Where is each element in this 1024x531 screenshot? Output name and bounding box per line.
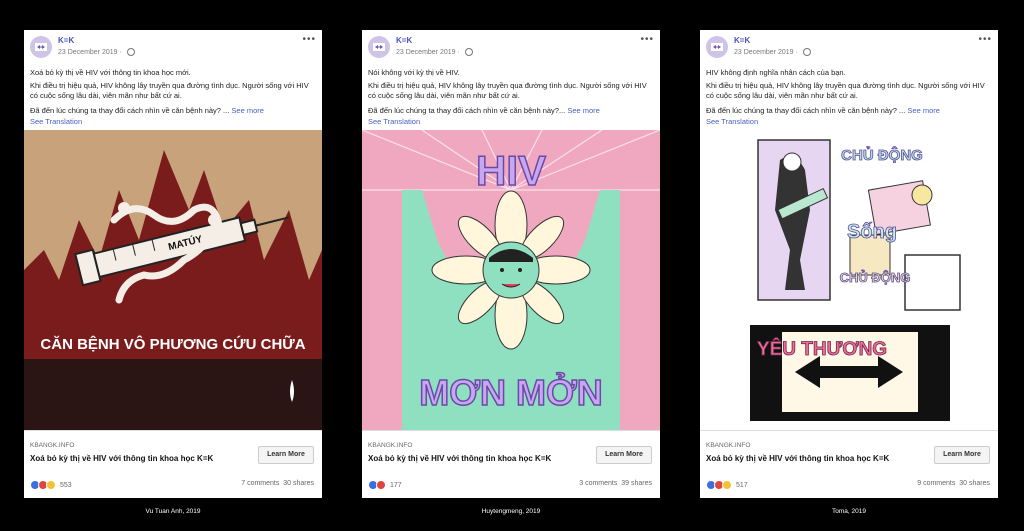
post-text-line2: Khi điều trị hiệu quả, HIV không lây tru… [706, 81, 985, 100]
post-date-text: 23 December 2019 [396, 48, 456, 56]
page-name[interactable]: K=K [58, 36, 74, 45]
post-image[interactable]: HIV MƠN MỞN [362, 130, 660, 430]
poster-text-1: CHỦ ĐỘNG [841, 146, 923, 164]
post-card-1: K=K 23 December 2019 · ••• Xoá bỏ kỳ thị… [24, 30, 322, 498]
more-options-icon[interactable]: ••• [978, 34, 992, 45]
poster-title: HIV [476, 147, 546, 194]
comments-count[interactable]: 9 comments [917, 480, 955, 487]
poster-text-3: CHỦ ĐỘNG [840, 270, 911, 285]
reactions[interactable]: 517 [706, 480, 748, 490]
learn-more-button[interactable]: Learn More [934, 446, 990, 464]
post-text-line1: Nói không với kỳ thị về HIV. [368, 68, 460, 77]
post-stats: 3 comments 39 shares [579, 480, 652, 487]
reactions[interactable]: 553 [30, 480, 72, 490]
learn-more-button[interactable]: Learn More [596, 446, 652, 464]
link-domain: KBANGK.INFO [368, 442, 413, 449]
see-translation-link[interactable]: See Translation [30, 117, 314, 127]
see-more-link[interactable]: See more [907, 106, 940, 115]
shares-count[interactable]: 39 shares [621, 480, 652, 487]
poster-artwork-1: MATÚY CĂN BỆNH VÔ PHƯƠNG CỨU CHỮA [24, 130, 322, 430]
kk-logo-icon [35, 43, 47, 51]
link-domain: KBANGK.INFO [30, 442, 75, 449]
haha-reaction-icon [46, 480, 56, 490]
page-name[interactable]: K=K [396, 36, 412, 45]
post-text-question: Đã đến lúc chúng ta thay đổi cách nhìn v… [30, 106, 221, 115]
post-header: K=K 23 December 2019 · ••• [30, 34, 316, 60]
comments-count[interactable]: 3 comments [579, 480, 617, 487]
link-title[interactable]: Xoá bỏ kỳ thị về HIV với thông tin khoa … [706, 454, 889, 463]
post-date-text: 23 December 2019 [58, 48, 118, 56]
post-date[interactable]: 23 December 2019 · [58, 48, 135, 56]
more-options-icon[interactable]: ••• [640, 34, 654, 45]
post-stats: 9 comments 30 shares [917, 480, 990, 487]
page-name[interactable]: K=K [734, 36, 750, 45]
learn-more-button[interactable]: Learn More [258, 446, 314, 464]
love-reaction-icon [376, 480, 386, 490]
post-date[interactable]: 23 December 2019 · [734, 48, 811, 56]
artist-caption-1: Vu Tuan Anh, 2019 [145, 508, 201, 515]
post-date[interactable]: 23 December 2019 · [396, 48, 473, 56]
post-text-line2: Khi điều trị hiệu quả, HIV không lây tru… [368, 81, 647, 100]
shares-count[interactable]: 30 shares [283, 480, 314, 487]
globe-icon [802, 48, 811, 56]
more-options-icon[interactable]: ••• [302, 34, 316, 45]
post-image[interactable]: CHỦ ĐỘNG Sống CHỦ ĐỘNG YÊU THƯƠNG [700, 130, 998, 430]
reaction-count: 177 [390, 481, 402, 489]
page-avatar[interactable] [368, 36, 390, 58]
post-text-line3: Đã đến lúc chúng ta thay đổi cách nhìn v… [368, 106, 652, 116]
post-text-line1: Xoá bỏ kỳ thị về HIV với thông tin khoa … [30, 68, 191, 77]
post-stats: 7 comments 30 shares [241, 480, 314, 487]
post-image[interactable]: MATÚY CĂN BỆNH VÔ PHƯƠNG CỨU CHỮA [24, 130, 322, 430]
post-header: K=K 23 December 2019 · ••• [368, 34, 654, 60]
link-title[interactable]: Xoá bỏ kỳ thị về HIV với thông tin khoa … [368, 454, 551, 463]
post-footer: 517 9 comments 30 shares [706, 480, 990, 492]
comments-count[interactable]: 7 comments [241, 480, 279, 487]
see-more-link[interactable]: See more [231, 106, 264, 115]
post-text-question: Đã đến lúc chúng ta thay đổi cách nhìn v… [368, 106, 566, 115]
haha-reaction-icon [722, 480, 732, 490]
reaction-count: 553 [60, 481, 72, 489]
page-avatar[interactable] [706, 36, 728, 58]
see-more-link[interactable]: See more [567, 106, 600, 115]
post-text-line2: Khi điều trị hiệu quả, HIV không lây tru… [30, 81, 309, 100]
post-header: K=K 23 December 2019 · ••• [706, 34, 992, 60]
post-card-3: K=K 23 December 2019 · ••• HIV không địn… [700, 30, 998, 498]
reaction-count: 517 [736, 481, 748, 489]
post-footer: 553 7 comments 30 shares [30, 480, 314, 492]
see-translation-link[interactable]: See Translation [368, 117, 652, 127]
poster-headline: CĂN BỆNH VÔ PHƯƠNG CỨU CHỮA [40, 335, 305, 353]
kk-logo-icon [373, 43, 385, 51]
poster-text-4: YÊU THƯƠNG [757, 338, 887, 360]
poster-headline: MƠN MỞN [419, 371, 602, 413]
post-footer: 177 3 comments 39 shares [368, 480, 652, 492]
poster-artwork-3: CHỦ ĐỘNG Sống CHỦ ĐỘNG YÊU THƯƠNG [700, 130, 998, 430]
globe-icon [464, 48, 473, 56]
post-date-text: 23 December 2019 [734, 48, 794, 56]
post-text-line1: HIV không định nghĩa nhân cách của bạn. [706, 68, 846, 77]
artist-caption-3: Toma, 2019 [832, 508, 866, 515]
post-text-question: Đã đến lúc chúng ta thay đổi cách nhìn v… [706, 106, 897, 115]
post-text-line3: Đã đến lúc chúng ta thay đổi cách nhìn v… [30, 106, 264, 115]
poster-text-2: Sống [847, 221, 897, 243]
link-domain: KBANGK.INFO [706, 442, 751, 449]
artist-caption-2: Huytengmeng, 2019 [481, 508, 541, 515]
reactions[interactable]: 177 [368, 480, 402, 490]
kk-logo-icon [711, 43, 723, 51]
post-card-2: K=K 23 December 2019 · ••• Nói không với… [362, 30, 660, 498]
poster-artwork-2: HIV MƠN MỞN [362, 130, 660, 430]
link-title[interactable]: Xoá bỏ kỳ thị về HIV với thông tin khoa … [30, 454, 213, 463]
globe-icon [126, 48, 135, 56]
shares-count[interactable]: 30 shares [959, 480, 990, 487]
post-text-line3: Đã đến lúc chúng ta thay đổi cách nhìn v… [706, 106, 940, 115]
page-avatar[interactable] [30, 36, 52, 58]
see-translation-link[interactable]: See Translation [706, 117, 990, 127]
